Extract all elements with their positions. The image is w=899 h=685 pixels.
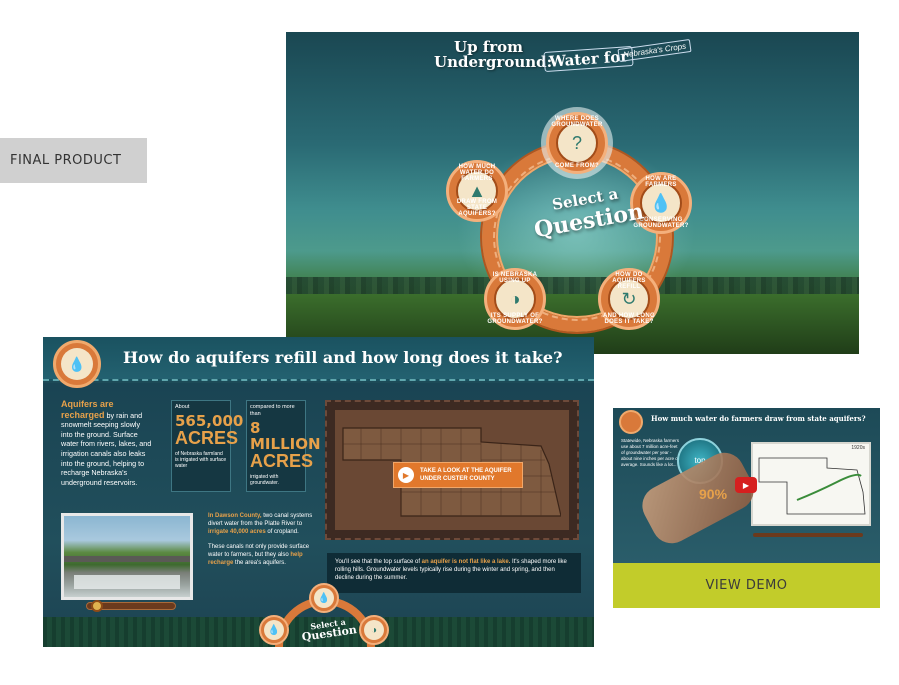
select-question-cluster: 💧 💧 ◑ Select a Question	[259, 579, 389, 647]
canal-photo	[61, 513, 193, 600]
demo-timeline	[753, 533, 863, 537]
timeline-slider[interactable]	[86, 600, 176, 612]
final-product-label: FINAL PRODUCT	[0, 138, 147, 183]
youtube-play-icon[interactable]: ▶	[735, 477, 757, 493]
well-icon	[619, 410, 643, 434]
view-aquifer-custer-button[interactable]: ▶ TAKE A LOOK AT THE AQUIFER UNDER CUSTE…	[393, 462, 523, 488]
intro-text: Aquifers are recharged by rain and snowm…	[61, 399, 153, 487]
question-node-draw[interactable]: HOW MUCH WATER DO FARMERS ▲ DRAW FROM ST…	[446, 160, 508, 222]
demo-map: 1920s	[751, 442, 871, 526]
aquifer-refill-screenshot: 💧 How do aquifers refill and how long do…	[43, 337, 594, 647]
drops-cycle-icon[interactable]: 💧	[53, 340, 101, 388]
intro-body: by rain and snowmelt seeping slowly into…	[61, 410, 152, 487]
timeline-knob[interactable]	[91, 600, 103, 612]
stat-groundwater: compared to more than 8 MILLION ACRES ir…	[246, 400, 321, 492]
question-node-supply[interactable]: IS NEBRASKA USING UP ◑ ITS SUPPLY OF GRO…	[484, 268, 546, 330]
view-demo-button[interactable]: VIEW DEMO	[613, 563, 880, 608]
hands-drop-icon[interactable]: 💧	[259, 615, 289, 645]
question-node-refill[interactable]: HOW DO AQUIFERS REFILL ↻ AND HOW LONG DO…	[598, 268, 660, 330]
nebraska-county-map[interactable]: ▶ TAKE A LOOK AT THE AQUIFER UNDER CUSTE…	[335, 410, 569, 530]
app-title: Up from Underground:	[434, 40, 552, 70]
question-icon: ?	[556, 122, 598, 164]
title-line2: Underground:	[434, 53, 553, 71]
dawson-county-text: In Dawson County, two canal systems dive…	[208, 513, 313, 566]
drops-cycle-icon[interactable]: 💧	[309, 583, 339, 613]
main-menu-screenshot: Up from Underground: Water for Nebraska'…	[286, 32, 859, 354]
demo-card[interactable]: How much water do farmers draw from stat…	[613, 408, 880, 608]
question-node-groundwater-source[interactable]: WHERE DOES GROUNDWATER ? COME FROM?	[546, 112, 608, 174]
title-crops-tag: Nebraska's Crops	[617, 38, 692, 63]
gauge-drop-icon[interactable]: ◑	[359, 615, 389, 645]
screen-title: How do aquifers refill and how long does…	[123, 348, 563, 367]
portfolio-page: FINAL PRODUCT Up from Underground: Water…	[0, 0, 899, 685]
nebraska-map-frame: ▶ TAKE A LOOK AT THE AQUIFER UNDER CUSTE…	[325, 400, 579, 540]
stat-surface-water: About 565,000 ACRES of Nebraska farmland…	[171, 400, 243, 492]
demo-video-thumbnail[interactable]: How much water do farmers draw from stat…	[613, 408, 880, 563]
play-icon: ▶	[398, 467, 414, 483]
